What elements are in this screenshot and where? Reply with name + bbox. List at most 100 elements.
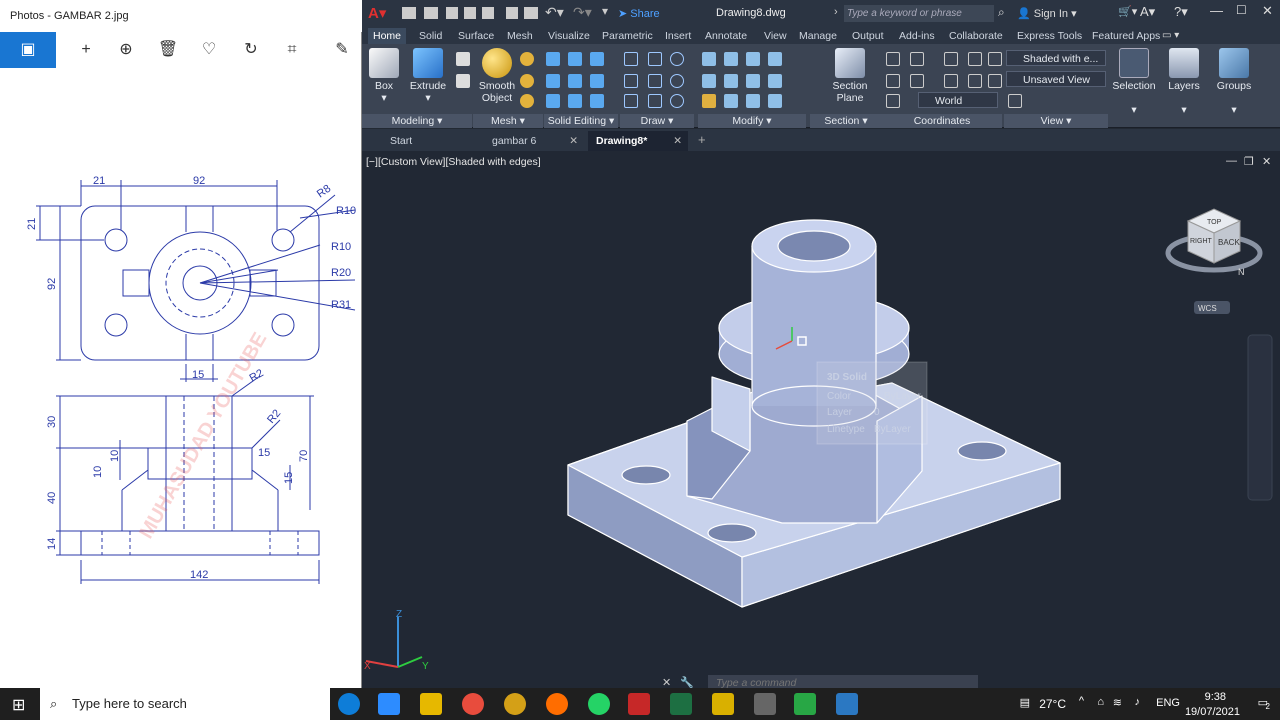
box-button[interactable]: Box ▾: [368, 48, 400, 104]
trim-icon[interactable]: [746, 52, 760, 66]
network-icon[interactable]: ⌂: [1097, 696, 1104, 708]
temperature[interactable]: 27°C: [1039, 697, 1066, 711]
circle-icon[interactable]: [670, 74, 684, 88]
edit-icon[interactable]: ✎: [322, 32, 362, 68]
ucs-world-icon[interactable]: [886, 74, 900, 88]
tab-visualize[interactable]: Visualize: [543, 28, 595, 44]
share-button[interactable]: ➤ Share: [618, 7, 660, 20]
rotate-3d-icon[interactable]: [724, 52, 738, 66]
rectangle-icon[interactable]: [648, 94, 662, 108]
section-plane-button[interactable]: Section Plane: [826, 48, 874, 104]
autocad-taskbar-icon[interactable]: [628, 693, 650, 715]
mesh-refine-icon[interactable]: [520, 94, 534, 108]
autodesk-icon[interactable]: A▾: [1140, 4, 1155, 20]
plot-icon[interactable]: [524, 7, 538, 19]
app-icon[interactable]: [504, 693, 526, 715]
array-icon[interactable]: [768, 94, 782, 108]
close-tab-icon[interactable]: ✕: [569, 131, 578, 151]
spline-icon[interactable]: [624, 74, 638, 88]
ucs-icon[interactable]: [886, 52, 900, 66]
weather-icon[interactable]: ▤: [1020, 696, 1030, 709]
sign-in-button[interactable]: 👤 Sign In ▾: [1017, 7, 1077, 20]
ucs-dropdown[interactable]: World: [918, 92, 998, 108]
ellipse-icon[interactable]: [670, 94, 684, 108]
tab-solid[interactable]: Solid: [414, 28, 447, 44]
language[interactable]: ENG: [1156, 697, 1180, 709]
ucs-origin-icon[interactable]: [944, 52, 958, 66]
ucs-face-icon[interactable]: [988, 74, 1002, 88]
navigation-bar[interactable]: [1247, 334, 1273, 501]
volume-icon[interactable]: ♪: [1135, 696, 1141, 708]
redo-icon[interactable]: ↷▾: [573, 4, 592, 21]
app-icon[interactable]: [754, 693, 776, 715]
move-icon[interactable]: [702, 52, 716, 66]
excel-icon[interactable]: [670, 693, 692, 715]
ucs-named-icon[interactable]: [910, 52, 924, 66]
windows-start-icon[interactable]: ⊞: [12, 695, 25, 715]
tab-express-tools[interactable]: Express Tools: [1012, 28, 1087, 44]
layers-button[interactable]: Layers ▾: [1162, 48, 1206, 116]
extract-edges-icon[interactable]: [590, 74, 604, 88]
search-input[interactable]: Type a keyword or phrase: [844, 5, 994, 22]
polygon-icon[interactable]: [624, 94, 638, 108]
heart-icon[interactable]: ♡: [189, 32, 229, 68]
smooth-object-button[interactable]: Smooth Object: [478, 48, 516, 104]
rotate-icon[interactable]: ↻: [231, 32, 271, 68]
ucs-y-icon[interactable]: [968, 74, 982, 88]
union-icon[interactable]: [546, 52, 560, 66]
ucs-3point-icon[interactable]: [988, 52, 1002, 66]
doc-tab-start[interactable]: Start: [382, 131, 482, 151]
autocad-logo-icon[interactable]: A▾: [368, 4, 386, 22]
tab-collaborate[interactable]: Collaborate: [944, 28, 1008, 44]
zoom-in-icon[interactable]: ⊕: [106, 32, 146, 68]
app-icon[interactable]: [712, 693, 734, 715]
tab-output[interactable]: Output: [847, 28, 889, 44]
tab-home[interactable]: Home: [368, 28, 407, 44]
erase-icon[interactable]: [768, 52, 782, 66]
slice-icon[interactable]: [590, 52, 604, 66]
maximize-icon[interactable]: ☐: [1236, 3, 1247, 17]
panel-coordinates[interactable]: Coordinates: [882, 114, 1002, 128]
tab-parametric[interactable]: Parametric: [597, 28, 658, 44]
panel-view[interactable]: View ▾: [1004, 114, 1108, 128]
panel-draw[interactable]: Draw ▾: [620, 114, 694, 128]
save-as-icon[interactable]: [464, 7, 476, 19]
wcs-label[interactable]: WCS: [1198, 304, 1217, 313]
viewcube-right[interactable]: RIGHT: [1190, 238, 1213, 245]
stretch-icon[interactable]: [724, 94, 738, 108]
tab-manage[interactable]: Manage: [794, 28, 842, 44]
clock-date[interactable]: 19/07/2021: [1185, 706, 1240, 718]
model-viewport[interactable]: [−][Custom View][Shaded with edges] — ❐ …: [362, 151, 1280, 692]
fillet-edge-icon[interactable]: [590, 94, 604, 108]
undo-icon[interactable]: ↶▾: [545, 4, 564, 21]
open-icon[interactable]: [424, 7, 438, 19]
ucs-view-icon[interactable]: [886, 94, 900, 108]
search-icon[interactable]: ⌕: [998, 5, 1005, 20]
viewcube-back[interactable]: BACK: [1218, 238, 1240, 247]
align-icon[interactable]: [746, 74, 760, 88]
tab-add-ins[interactable]: Add-ins: [894, 28, 940, 44]
firefox-icon[interactable]: [546, 693, 568, 715]
offset-icon[interactable]: [746, 94, 760, 108]
new-tab-icon[interactable]: +: [698, 132, 706, 147]
copy-icon[interactable]: [724, 74, 738, 88]
ribbon-options-icon[interactable]: ▭ ▾: [1162, 31, 1186, 41]
chevron-right-icon[interactable]: ›: [834, 6, 838, 18]
intersect-icon[interactable]: [546, 74, 560, 88]
groups-button[interactable]: Groups ▾: [1212, 48, 1256, 116]
photos-app-icon[interactable]: [836, 693, 858, 715]
edge-icon[interactable]: [338, 693, 360, 715]
fillet-icon[interactable]: [702, 94, 716, 108]
save-icon[interactable]: [446, 7, 458, 19]
polysolid-icon[interactable]: [456, 52, 470, 66]
crop-icon[interactable]: ⌗: [272, 32, 312, 68]
taskbar-search[interactable]: ⌕ Type here to search: [40, 688, 330, 720]
delete-icon[interactable]: 🗑: [148, 32, 188, 68]
minimize-icon[interactable]: —: [1210, 3, 1223, 18]
cart-icon[interactable]: 🛒▾: [1118, 5, 1137, 18]
tab-mesh[interactable]: Mesh: [502, 28, 538, 44]
named-view-dropdown[interactable]: Unsaved View: [1006, 71, 1106, 87]
selection-button[interactable]: Selection ▾: [1110, 48, 1158, 116]
interfere-icon[interactable]: [568, 74, 582, 88]
chrome-icon[interactable]: [462, 693, 484, 715]
